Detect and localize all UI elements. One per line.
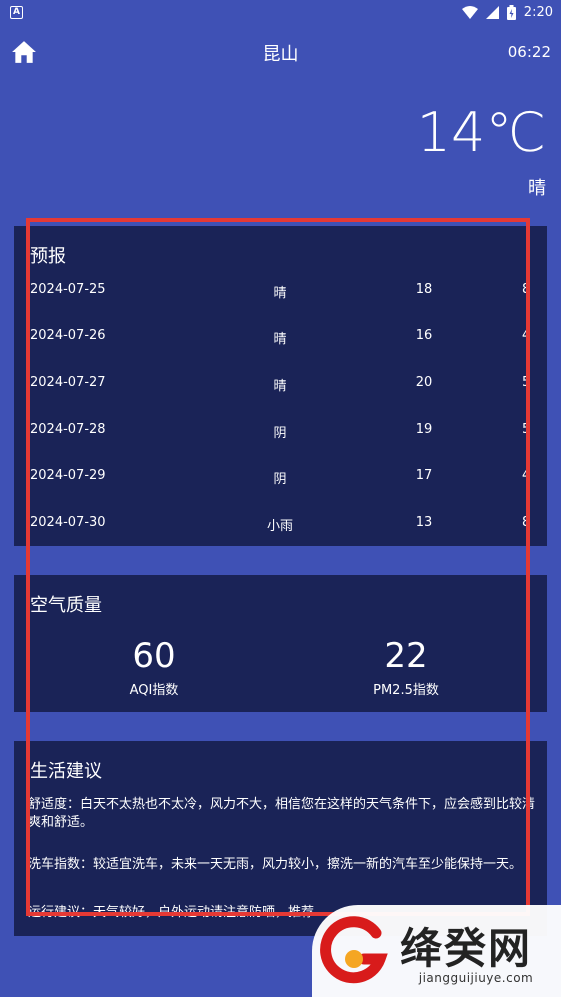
status-time: 2:20 [523, 4, 553, 20]
header: 昆山 06:22 [0, 34, 561, 70]
forecast-min-temp: 8 [522, 282, 531, 297]
forecast-min-temp: 4 [522, 328, 531, 343]
forecast-min-temp: 5 [522, 422, 531, 437]
forecast-weather: 小雨 [266, 519, 293, 534]
pm25-label: PM2.5指数 [373, 683, 439, 698]
forecast-weather: 阴 [273, 472, 287, 487]
aqi-value: 60 [132, 636, 176, 676]
forecast-date: 2024-07-27 [30, 375, 106, 390]
status-left: A [10, 5, 23, 19]
air-quality-card: 空气质量 60 AQI指数 22 PM2.5指数 [14, 575, 547, 712]
forecast-date: 2024-07-26 [30, 328, 106, 343]
aqi-label: AQI指数 [129, 683, 179, 698]
forecast-date: 2024-07-30 [30, 515, 106, 530]
forecast-max-temp: 19 [415, 422, 433, 437]
aqi-block: 60 AQI指数 [54, 637, 254, 698]
forecast-min-temp: 5 [522, 375, 531, 390]
forecast-row: 2024-07-29 阴 17 4 [14, 468, 547, 488]
city-title: 昆山 [262, 44, 299, 65]
update-time: 06:22 [507, 43, 551, 61]
forecast-max-temp: 16 [415, 328, 433, 343]
forecast-weather: 晴 [273, 379, 287, 394]
watermark-logo-icon [320, 916, 388, 984]
status-right: 2:20 [461, 4, 553, 20]
forecast-card: 预报 2024-07-25 晴 18 8 2024-07-26 晴 16 4 2… [14, 226, 547, 546]
forecast-title: 预报 [30, 246, 66, 267]
forecast-max-temp: 13 [415, 515, 433, 530]
app-notification-icon: A [10, 5, 23, 19]
forecast-min-temp: 8 [522, 515, 531, 530]
forecast-date: 2024-07-29 [30, 468, 106, 483]
forecast-date: 2024-07-28 [30, 422, 106, 437]
battery-icon [506, 4, 516, 20]
car-wash-text: 洗车指数：较适宜洗车，未来一天无雨，风力较小，擦洗一新的汽车至少能保持一天。 [28, 857, 523, 872]
watermark-url: jiangguijiuye.com [418, 971, 534, 985]
forecast-max-temp: 18 [415, 282, 433, 297]
pm25-value: 22 [384, 636, 428, 676]
forecast-min-temp: 4 [522, 468, 531, 483]
forecast-max-temp: 20 [415, 375, 433, 390]
forecast-row: 2024-07-28 阴 19 5 [14, 422, 547, 442]
forecast-row: 2024-07-26 晴 16 4 [14, 328, 547, 348]
forecast-date: 2024-07-25 [30, 282, 106, 297]
status-bar: A 2:20 [0, 0, 561, 24]
pm25-block: 22 PM2.5指数 [306, 637, 506, 698]
forecast-weather: 晴 [273, 332, 287, 347]
watermark: 绛癸网 jiangguijiuye.com [312, 905, 561, 997]
forecast-row: 2024-07-25 晴 18 8 [14, 282, 547, 302]
suggestion-title: 生活建议 [30, 761, 102, 782]
signal-icon [485, 5, 499, 19]
forecast-weather: 阴 [273, 426, 287, 441]
watermark-title: 绛癸网 [400, 924, 533, 973]
forecast-row: 2024-07-27 晴 20 5 [14, 375, 547, 395]
current-temperature: 14℃ [416, 101, 546, 164]
air-quality-title: 空气质量 [30, 595, 102, 616]
forecast-max-temp: 17 [415, 468, 433, 483]
forecast-weather: 晴 [273, 286, 287, 301]
comfort-text: 舒适度：白天不太热也不太冷，风力不大，相信您在这样的天气条件下，应会感到比较清爽… [28, 797, 536, 830]
forecast-row: 2024-07-30 小雨 13 8 [14, 515, 547, 535]
wifi-icon [461, 5, 478, 19]
current-condition: 晴 [528, 178, 546, 199]
